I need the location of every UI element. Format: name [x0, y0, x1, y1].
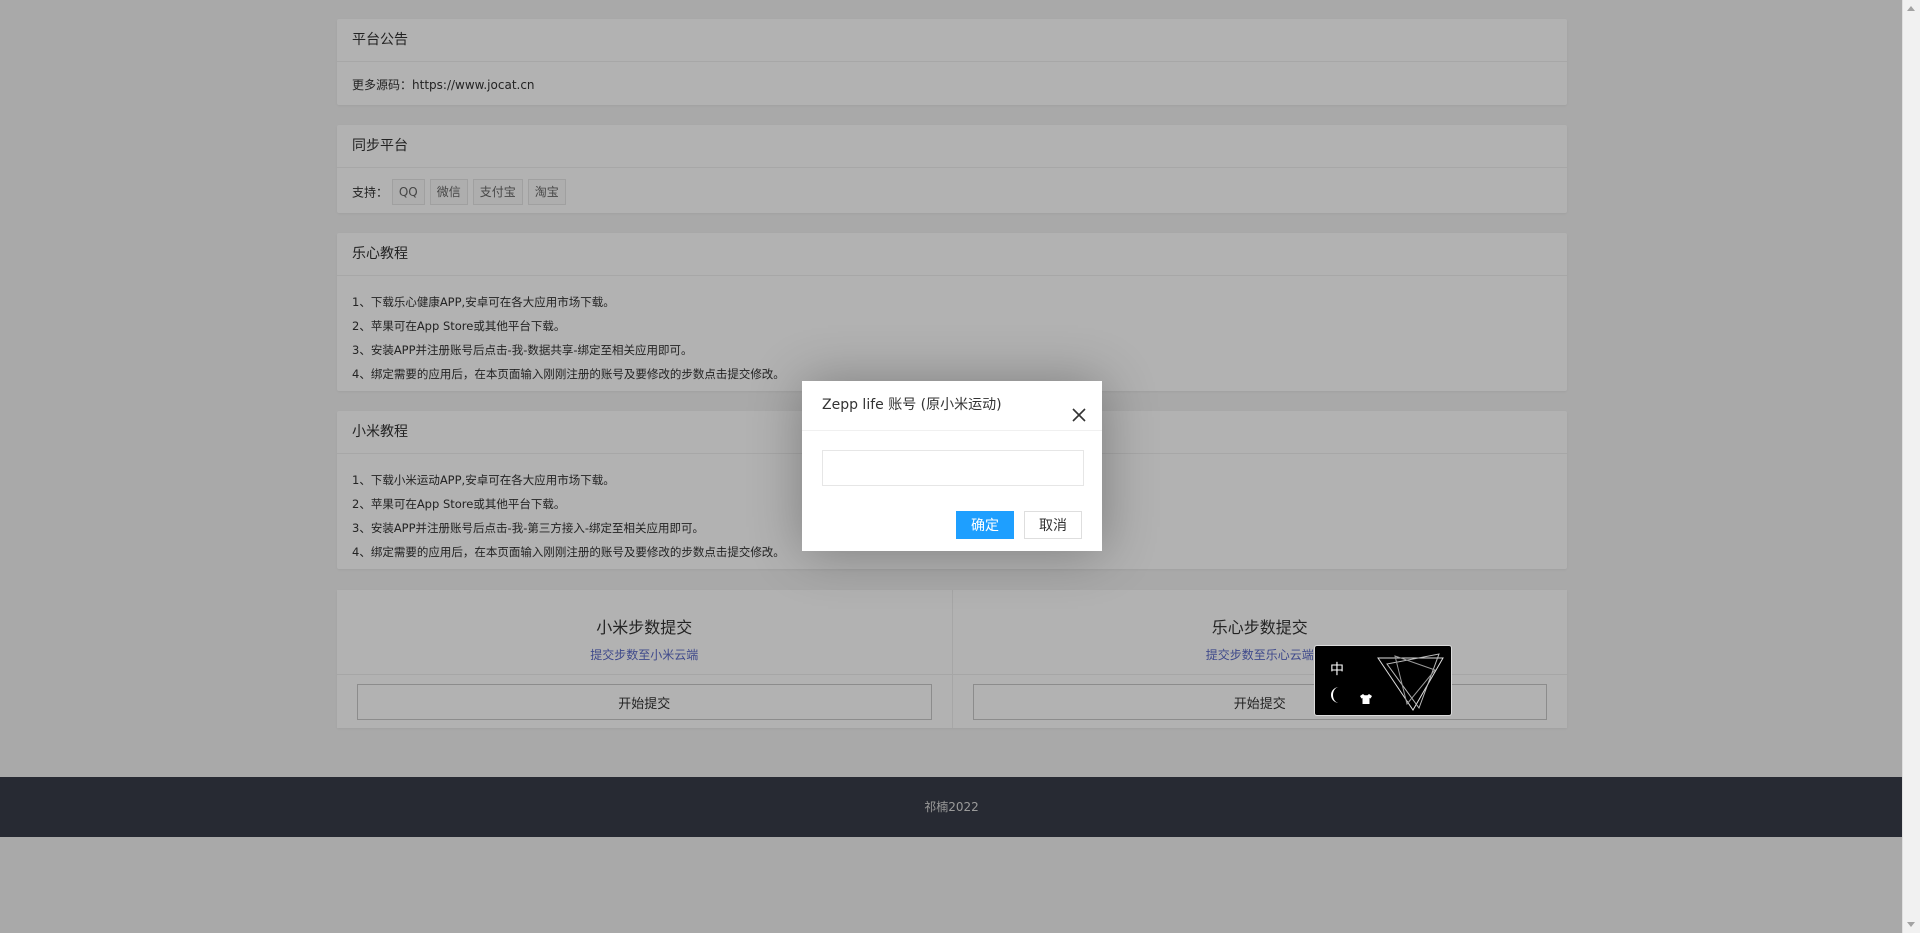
cancel-button[interactable]: 取消 — [1024, 511, 1082, 539]
shirt-icon[interactable] — [1359, 690, 1373, 704]
triangle-art — [1373, 648, 1449, 714]
dialog-buttons: 确定 取消 — [956, 511, 1082, 539]
moon-icon[interactable] — [1329, 686, 1345, 704]
dialog-header: Zepp life 账号 (原小米运动) — [802, 381, 1102, 431]
scroll-up-icon[interactable] — [1907, 6, 1915, 11]
close-icon[interactable] — [1070, 396, 1088, 422]
floating-widget: 中 — [1314, 645, 1452, 716]
account-input[interactable] — [822, 450, 1084, 486]
vertical-scrollbar[interactable] — [1902, 0, 1920, 933]
language-toggle[interactable]: 中 — [1330, 659, 1344, 679]
account-dialog: Zepp life 账号 (原小米运动) 确定 取消 — [802, 381, 1102, 551]
confirm-button[interactable]: 确定 — [956, 511, 1014, 539]
dialog-title: Zepp life 账号 (原小米运动) — [822, 397, 1002, 413]
scroll-down-icon[interactable] — [1907, 922, 1915, 927]
